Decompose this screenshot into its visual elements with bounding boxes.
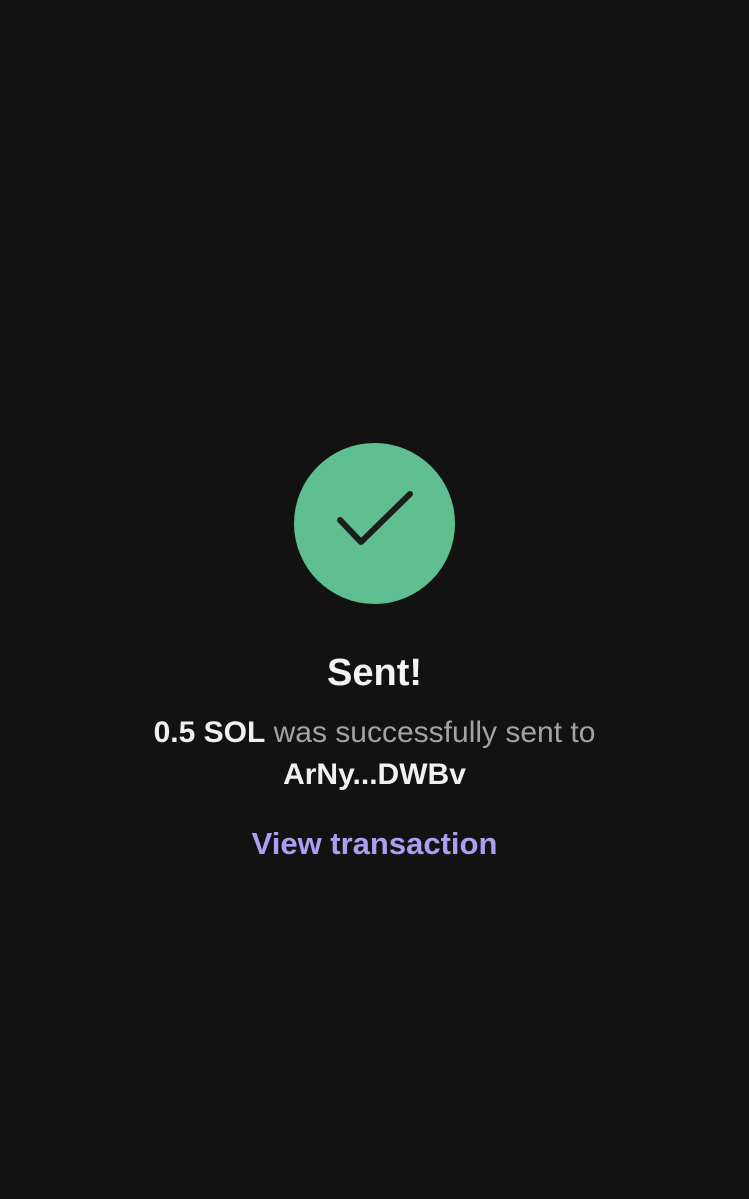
- status-title: Sent!: [327, 652, 422, 694]
- sent-amount: 0.5 SOL: [153, 716, 266, 749]
- recipient-address: ArNy...DWBv: [283, 758, 466, 791]
- send-success-screen: Sent! 0.5 SOL was successfully sent to A…: [0, 0, 749, 1199]
- status-message: 0.5 SOL was successfully sent to ArNy...…: [154, 712, 596, 796]
- checkmark-icon: [337, 491, 413, 545]
- success-panel: Sent! 0.5 SOL was successfully sent to A…: [0, 443, 749, 865]
- view-transaction-link[interactable]: View transaction: [252, 823, 498, 865]
- message-text: was successfully sent to: [265, 716, 596, 749]
- message-line-1: 0.5 SOL was successfully sent to: [154, 712, 596, 754]
- success-badge: [294, 443, 455, 604]
